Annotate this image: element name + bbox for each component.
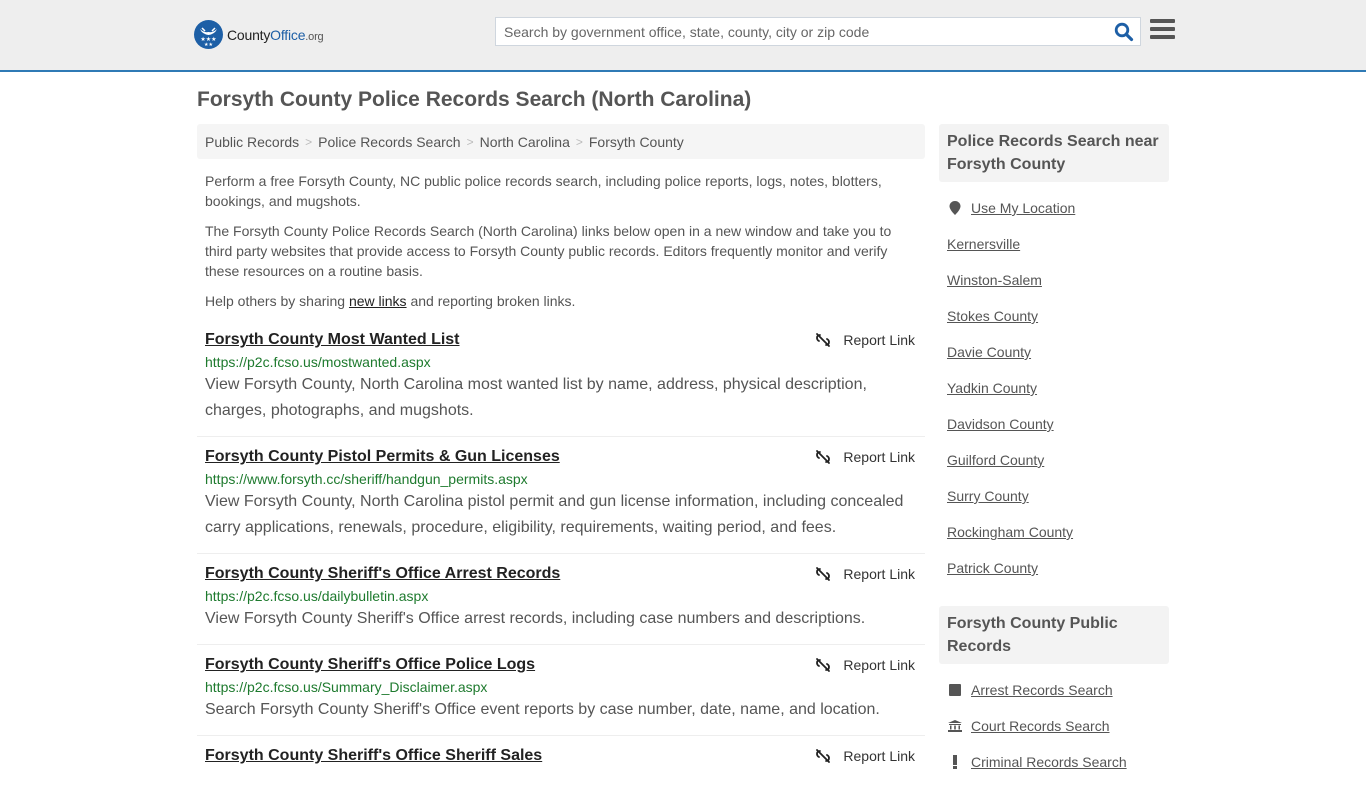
breadcrumb-public-records[interactable]: Public Records [205,134,299,150]
result-title-link[interactable]: Forsyth County Sheriff's Office Police L… [205,656,535,674]
exclamation-icon [947,755,963,769]
nearby-link-stokes-county[interactable]: Stokes County [947,308,1038,324]
nearby-link-kernersville[interactable]: Kernersville [947,236,1020,252]
report-link-button[interactable]: Report Link [815,748,915,764]
use-my-location-item: Use My Location [947,190,1161,226]
public-records-list: Arrest Records Search Court Records Sear… [939,672,1169,780]
logo-wordmark: CountyOffice.org [227,26,324,43]
nearby-item: Patrick County [947,550,1161,586]
nearby-item: Yadkin County [947,370,1161,406]
result-description: View Forsyth County, North Carolina most… [205,376,867,419]
intro-paragraph: The Forsyth County Police Records Search… [205,223,892,279]
report-link-button[interactable]: Report Link [815,449,915,465]
result-item: Forsyth County Pistol Permits & Gun Lice… [197,437,925,554]
eagle-logo-icon: ★★★ ★★ [194,20,223,49]
nearby-list: Use My Location Kernersville Winston-Sal… [939,190,1169,586]
report-link-button[interactable]: Report Link [815,566,915,582]
intro-text: Perform a free Forsyth County, NC public… [205,171,910,321]
result-item: Forsyth County Sheriff's Office Arrest R… [197,554,925,645]
breadcrumb-separator: > [466,134,474,149]
menu-bar [1150,19,1175,23]
report-link-label: Report Link [843,748,915,764]
report-link-label: Report Link [843,332,915,348]
site-logo[interactable]: ★★★ ★★ CountyOffice.org [194,20,324,49]
public-records-heading: Forsyth County Public Records [939,606,1169,664]
sidebar: Police Records Search near Forsyth Count… [939,124,1169,780]
public-records-item: Arrest Records Search [947,672,1161,708]
nearby-link-davie-county[interactable]: Davie County [947,344,1031,360]
broken-link-icon [816,658,831,672]
nearby-link-guilford-county[interactable]: Guilford County [947,452,1044,468]
square-icon [947,684,963,696]
page-title: Forsyth County Police Records Search (No… [197,88,752,111]
report-link-label: Report Link [843,566,915,582]
nearby-item: Winston-Salem [947,262,1161,298]
nearby-heading: Police Records Search near Forsyth Count… [939,124,1169,182]
report-link-button[interactable]: Report Link [815,332,915,348]
public-records-item: Criminal Records Search [947,744,1161,780]
court-records-search-link[interactable]: Court Records Search [971,718,1110,734]
nearby-item: Guilford County [947,442,1161,478]
nearby-link-yadkin-county[interactable]: Yadkin County [947,380,1037,396]
result-url[interactable]: https://p2c.fcso.us/mostwanted.aspx [205,354,917,370]
broken-link-icon [816,749,831,763]
report-link-label: Report Link [843,657,915,673]
svg-text:★★: ★★ [204,42,213,48]
result-description: Search Forsyth County Sheriff's Office e… [205,701,880,718]
public-records-item: Court Records Search [947,708,1161,744]
nearby-item: Rockingham County [947,514,1161,550]
nearby-link-winston-salem[interactable]: Winston-Salem [947,272,1042,288]
result-description: View Forsyth County Sheriff's Office arr… [205,610,866,627]
menu-bar [1150,35,1175,39]
breadcrumb-north-carolina[interactable]: North Carolina [480,134,570,150]
site-header: ★★★ ★★ CountyOffice.org [0,0,1366,72]
nearby-link-surry-county[interactable]: Surry County [947,488,1029,504]
result-item: Forsyth County Sheriff's Office Sheriff … [197,736,925,796]
intro-paragraph: Help others by sharing new links and rep… [205,291,910,311]
search-box [495,17,1141,46]
result-url[interactable]: https://www.forsyth.cc/sheriff/handgun_p… [205,471,917,487]
menu-bar [1150,27,1175,31]
result-item: Forsyth County Most Wanted List Report L… [197,329,925,437]
nearby-item: Stokes County [947,298,1161,334]
breadcrumb: Public Records > Police Records Search >… [197,124,925,159]
search-input[interactable] [496,18,1106,45]
broken-link-icon [816,567,831,581]
result-description: View Forsyth County, North Carolina pist… [205,493,904,536]
breadcrumb-forsyth-county[interactable]: Forsyth County [589,134,684,150]
nearby-link-patrick-county[interactable]: Patrick County [947,560,1038,576]
report-link-button[interactable]: Report Link [815,657,915,673]
result-title-link[interactable]: Forsyth County Pistol Permits & Gun Lice… [205,448,560,466]
use-my-location-link[interactable]: Use My Location [971,200,1075,216]
breadcrumb-police-records-search[interactable]: Police Records Search [318,134,460,150]
broken-link-icon [816,333,831,347]
courthouse-icon [947,720,963,732]
nearby-item: Davie County [947,334,1161,370]
results-list: Forsyth County Most Wanted List Report L… [197,329,925,796]
breadcrumb-separator: > [305,134,313,149]
nearby-item: Surry County [947,478,1161,514]
result-url[interactable]: https://p2c.fcso.us/Summary_Disclaimer.a… [205,679,917,695]
map-pin-icon [947,201,963,215]
result-url[interactable]: https://p2c.fcso.us/dailybulletin.aspx [205,588,917,604]
nearby-item: Kernersville [947,226,1161,262]
hamburger-menu-icon[interactable] [1150,19,1175,41]
result-title-link[interactable]: Forsyth County Sheriff's Office Sheriff … [205,747,542,765]
nearby-link-davidson-county[interactable]: Davidson County [947,416,1054,432]
report-link-label: Report Link [843,449,915,465]
result-item: Forsyth County Sheriff's Office Police L… [197,645,925,736]
nearby-link-rockingham-county[interactable]: Rockingham County [947,524,1073,540]
breadcrumb-separator: > [575,134,583,149]
arrest-records-search-link[interactable]: Arrest Records Search [971,682,1113,698]
intro-text-fragment: Help others by sharing [205,293,349,309]
search-icon[interactable] [1114,22,1134,42]
nearby-item: Davidson County [947,406,1161,442]
intro-paragraph: Perform a free Forsyth County, NC public… [205,173,882,209]
result-title-link[interactable]: Forsyth County Most Wanted List [205,331,460,349]
broken-link-icon [816,450,831,464]
new-links-link[interactable]: new links [349,293,407,309]
intro-text-fragment: and reporting broken links. [406,293,576,309]
result-title-link[interactable]: Forsyth County Sheriff's Office Arrest R… [205,565,560,583]
